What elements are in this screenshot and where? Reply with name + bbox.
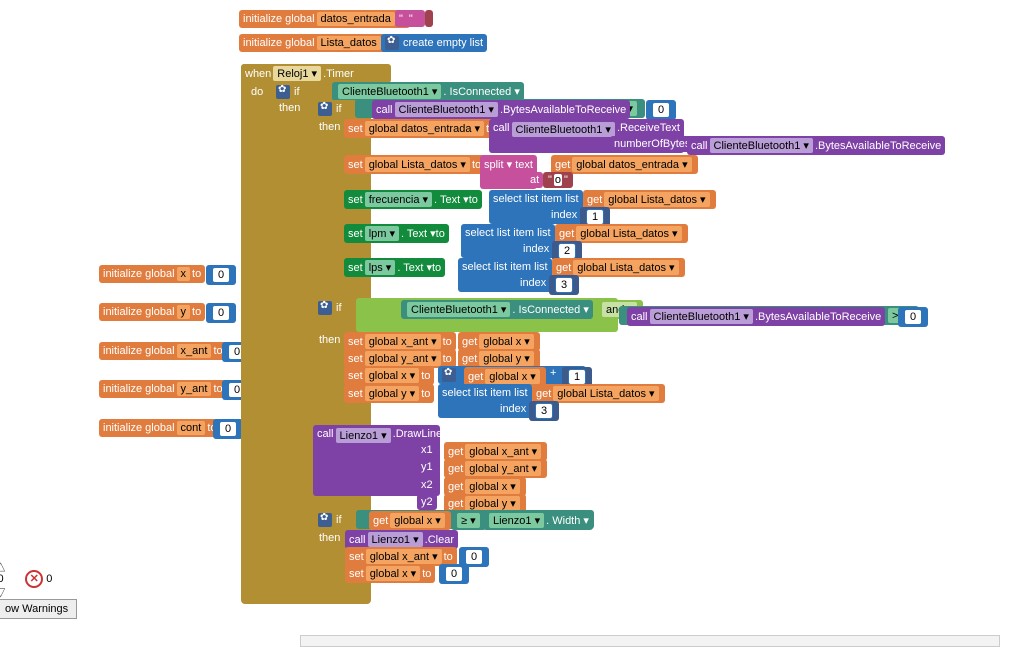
call-bytes-1[interactable]: call ClienteBluetooth1 ▾ .BytesAvailable…	[372, 100, 630, 119]
then-3: then	[315, 332, 344, 348]
set-lpm[interactable]: set lpm ▾. Text ▾ to	[344, 224, 449, 243]
init-datos-entrada[interactable]: initialize global datos_entrada to	[239, 10, 410, 28]
init-cont[interactable]: initialize global cont to	[99, 419, 221, 437]
then-2: then	[315, 119, 344, 135]
zero-1[interactable]: 0	[646, 100, 676, 120]
show-warnings-button[interactable]: ow Warnings	[0, 599, 77, 619]
if-4[interactable]: if	[314, 511, 346, 529]
set-x-zero[interactable]: set global x ▾ to	[345, 564, 435, 583]
set-datos-entrada[interactable]: set global datos_entrada ▾ to	[344, 119, 499, 138]
h-scrollbar[interactable]	[300, 635, 1000, 647]
if-3[interactable]: if	[314, 299, 346, 317]
numberofbytes-label: numberOfBytes	[610, 136, 694, 152]
index-3[interactable]: 3	[549, 275, 579, 295]
nav-arrows[interactable]: △ 0 ▽	[0, 559, 5, 599]
init-xant[interactable]: initialize global x_ant to	[99, 342, 227, 360]
empty-string[interactable]: " "	[395, 10, 425, 27]
get-yant-dl[interactable]: get global y_ant ▾	[444, 459, 547, 478]
set-frecuencia[interactable]: set frecuencia ▾. Text ▾ to	[344, 190, 482, 209]
index-label-3: index	[516, 275, 550, 291]
val-y[interactable]: 0	[206, 303, 236, 323]
index-label-2: index	[519, 241, 553, 257]
error-indicator[interactable]: ✕ 0	[25, 570, 52, 588]
init-yant[interactable]: initialize global y_ant to	[99, 380, 227, 398]
lienzo-width[interactable]: Lienzo1 ▾. Width ▾	[483, 511, 593, 530]
set-lps[interactable]: set lps ▾. Text ▾ to	[344, 258, 445, 277]
init-x[interactable]: initialize global x to	[99, 265, 205, 283]
then-4: then	[315, 530, 344, 546]
empty-string-end	[425, 10, 433, 27]
index-4[interactable]: 3	[529, 401, 559, 421]
ge-op: ≥ ▾	[451, 511, 486, 530]
plus-op: +	[546, 367, 560, 379]
y2-label: y2	[417, 494, 437, 510]
init-lista-datos[interactable]: initialize global Lista_datos to	[239, 34, 396, 52]
val-x[interactable]: 0	[206, 265, 236, 285]
call-bytes-3[interactable]: call ClienteBluetooth1 ▾ .BytesAvailable…	[627, 307, 885, 326]
call-bytes-2[interactable]: call ClienteBluetooth1 ▾ .BytesAvailable…	[687, 136, 945, 155]
zero-4[interactable]: 0	[439, 564, 469, 584]
split-at: at	[526, 172, 543, 188]
set-lista-datos[interactable]: set global Lista_datos ▾ to	[344, 155, 485, 174]
y1-label: y1	[417, 459, 437, 475]
index-label-4: index	[496, 401, 530, 417]
bt-isconnected-2[interactable]: ClienteBluetooth1 ▾. IsConnected ▾	[401, 300, 593, 319]
x2-label: x2	[417, 477, 437, 493]
get-x-ge[interactable]: get global x ▾	[369, 511, 451, 530]
set-y-sel[interactable]: set global y ▾ to	[344, 384, 434, 403]
init-y[interactable]: initialize global y to	[99, 303, 205, 321]
status-bar: △ 0 ▽ ✕ 0	[0, 559, 52, 599]
if-2[interactable]: if	[314, 100, 346, 118]
x1-label: x1	[417, 442, 437, 458]
zero-2[interactable]: 0	[898, 307, 928, 327]
set-x-inc[interactable]: set global x ▾ to	[344, 366, 434, 385]
get-datos-entrada[interactable]: get global datos_entrada ▾	[551, 155, 698, 174]
create-empty-list[interactable]: create empty list	[381, 34, 487, 52]
if-1[interactable]: if	[272, 83, 304, 101]
when-timer[interactable]: when Reloj1 ▾ .Timer	[241, 64, 391, 83]
then-1: then	[275, 100, 304, 116]
split-at-o[interactable]: "o"	[543, 172, 573, 188]
index-label-1: index	[547, 207, 581, 223]
do-label: do	[247, 84, 267, 100]
val-cont[interactable]: 0	[213, 419, 243, 439]
